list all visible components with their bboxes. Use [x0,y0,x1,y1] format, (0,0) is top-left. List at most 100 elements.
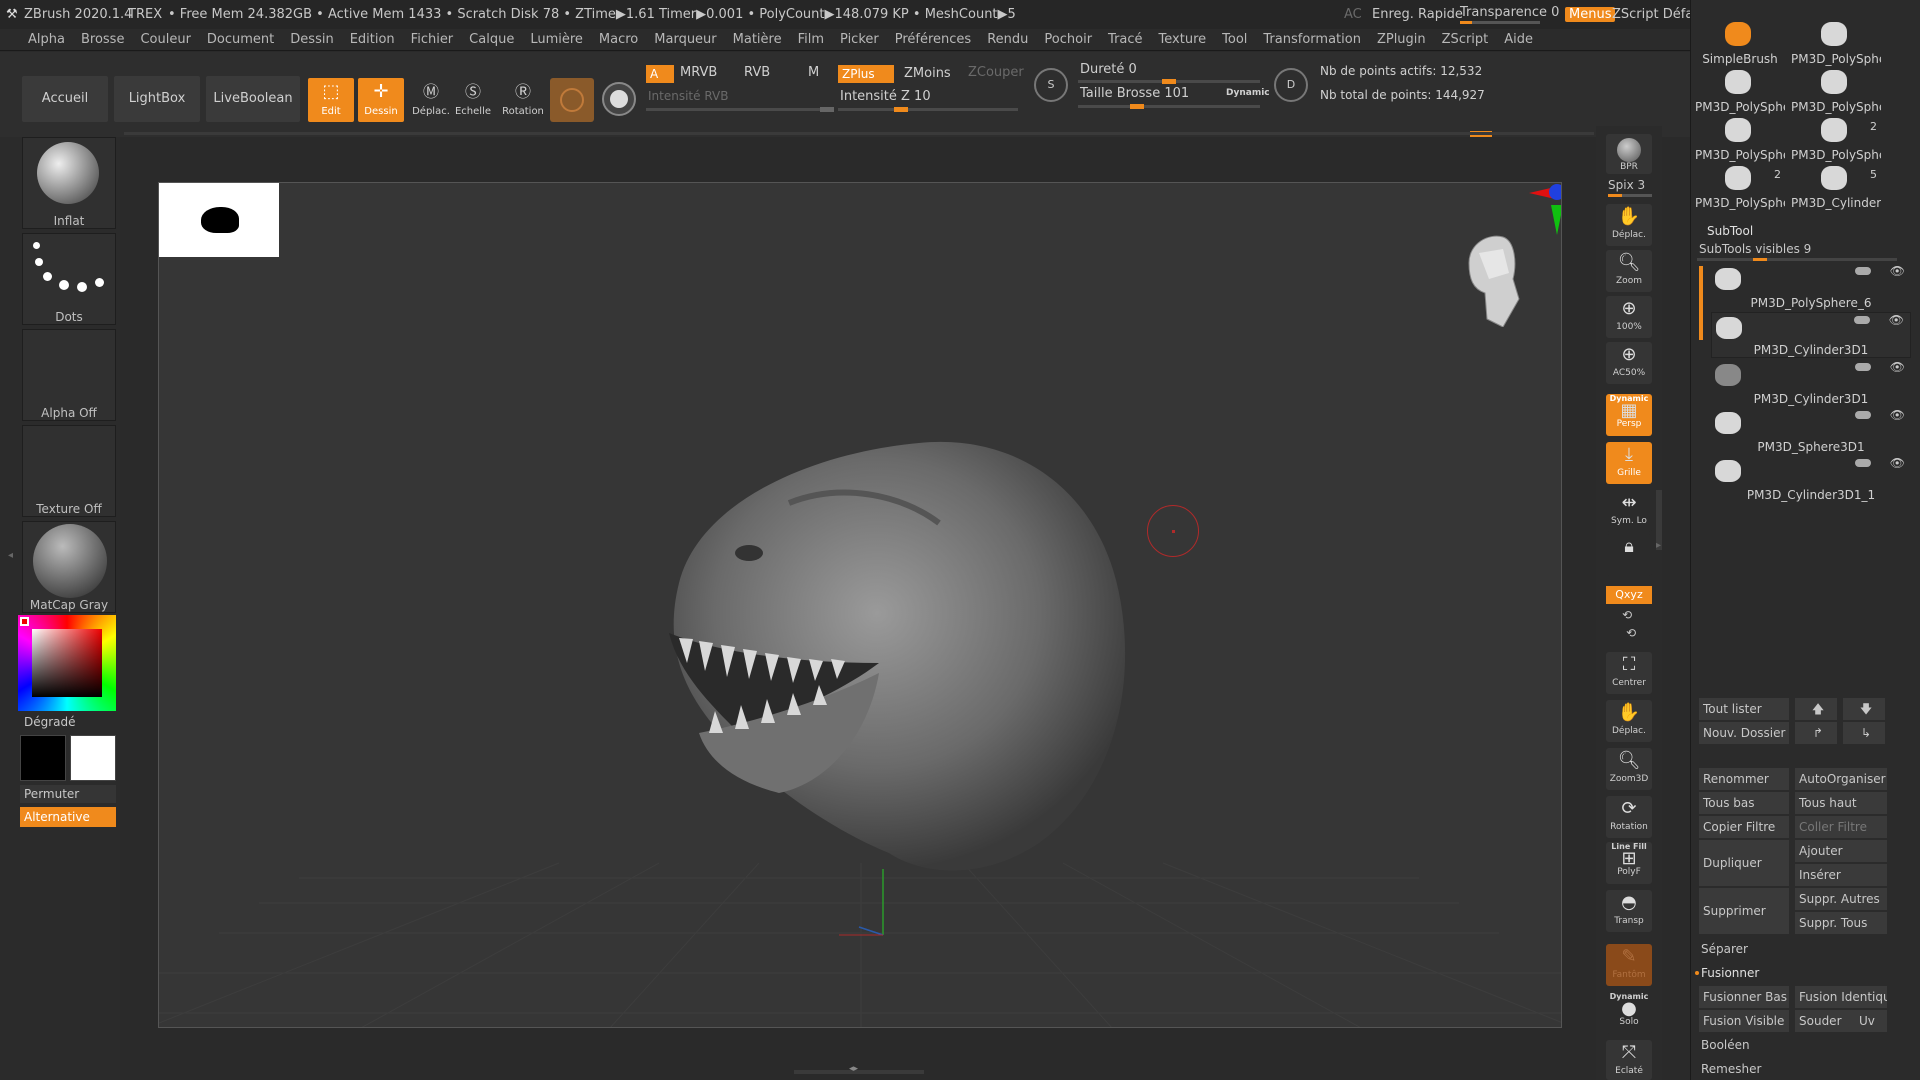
subtools-visible-knob[interactable] [1753,258,1767,261]
subtool-row[interactable]: 👁︎ PM3D_Cylinder3D1 [1711,360,1911,406]
visibility-eye-icon[interactable]: 👁︎ [1890,264,1905,278]
menu-picker[interactable]: Picker [832,29,887,50]
delete-button[interactable]: Supprimer [1699,888,1789,934]
lightbox-button[interactable]: LightBox [114,76,200,122]
material-selector[interactable]: MatCap Gray [22,521,116,613]
menu-preferences[interactable]: Préférences [887,29,979,50]
move-down-icon[interactable]: 🡇 [1843,698,1885,720]
rgb-intensity-track[interactable] [646,107,834,112]
bottom-tray-arrow-icon[interactable]: ◂▸ [849,1064,858,1074]
zsub-toggle[interactable]: ZMoins [904,66,951,81]
menu-rendu[interactable]: Rendu [979,29,1036,50]
liveboolean-button[interactable]: LiveBoolean [206,76,300,122]
insert-button[interactable]: Insérer [1795,864,1887,886]
lazy-mouse-icon[interactable]: S [1034,68,1068,102]
polyf-button[interactable]: Line Fill ⊞ PolyF [1606,842,1652,884]
menu-edition[interactable]: Edition [342,29,403,50]
polygroup-toggle-icon[interactable] [1854,316,1870,324]
menus-toggle[interactable]: Menus [1565,7,1616,22]
main-color-swatch[interactable] [70,735,116,781]
ghost-button[interactable]: ✎ Fantôm [1606,944,1652,986]
tool-thumbnail[interactable]: PM3D_PolySpher 2 [1695,164,1785,210]
rotate-button[interactable]: Ⓡ Rotation [500,78,546,122]
color-marker[interactable] [20,617,29,626]
menu-film[interactable]: Film [790,29,832,50]
uv-toggle[interactable]: Uv [1855,1010,1887,1032]
axis-gizmo[interactable] [1527,183,1562,243]
tool-thumbnail[interactable]: PM3D_PolySpher [1791,20,1881,66]
polygroup-toggle-icon[interactable] [1855,411,1871,419]
move-view-button[interactable]: ✋ Déplac. [1606,700,1652,742]
menu-couleur[interactable]: Couleur [132,29,198,50]
quicksave-button[interactable]: Enreg. Rapide [1372,0,1463,29]
menu-macro[interactable]: Macro [591,29,646,50]
delete-other-button[interactable]: Suppr. Autres [1795,888,1887,910]
floor-button[interactable]: ⤓ Grille [1606,442,1652,484]
menu-transformation[interactable]: Transformation [1255,29,1369,50]
scroll-button[interactable]: ✋ Déplac. [1606,204,1652,246]
merge-similar-button[interactable]: Fusion Identique [1795,986,1887,1008]
alternate-toggle[interactable]: Alternative [20,807,116,827]
m-toggle[interactable]: M [808,65,819,80]
menu-fichier[interactable]: Fichier [403,29,462,50]
menu-marqueur[interactable]: Marqueur [646,29,724,50]
material-preview-button[interactable] [550,78,594,122]
move-up-icon[interactable]: 🡅 [1795,698,1837,720]
document-canvas[interactable] [158,182,1562,1028]
rotate-z-icon[interactable]: ⟲ [1626,626,1636,640]
zadd-toggle[interactable]: ZPlus [838,65,894,83]
tool-thumbnail[interactable]: PM3D_PolySpher 2 [1791,116,1881,162]
solo-button[interactable]: Dynamic ● Solo [1606,992,1652,1034]
spix-track[interactable] [1608,194,1652,197]
polygroup-toggle-icon[interactable] [1855,459,1871,467]
scale-button[interactable]: Ⓢ Echelle [450,78,496,122]
boolean-section[interactable]: Booléen [1701,1038,1750,1052]
menu-lumiere[interactable]: Lumière [522,29,591,50]
mrgb-toggle[interactable]: MRVB [680,65,717,80]
subtools-visible-slider[interactable]: SubTools visibles 9 [1699,242,1811,256]
backface-icon[interactable]: D [1274,68,1308,102]
move-button[interactable]: Ⓜ Déplac. [408,78,454,122]
rename-button[interactable]: Renommer [1699,768,1789,790]
lock-button[interactable]: 🔒︎ [1606,534,1652,576]
zoom3d-button[interactable]: 🔍︎ Zoom3D [1606,748,1652,790]
spix-slider[interactable]: Spix 3 [1608,178,1645,192]
zcut-toggle[interactable]: ZCouper [968,65,1024,80]
menu-zplugin[interactable]: ZPlugin [1369,29,1434,50]
menu-matiere[interactable]: Matière [725,29,790,50]
z-intensity-slider[interactable]: Intensité Z 10 [840,89,931,104]
rgb-intensity-slider[interactable]: Intensité RVB [648,89,728,103]
folder-out-icon[interactable]: ↱ [1795,722,1837,744]
autoreorder-button[interactable]: AutoOrganiser [1795,768,1887,790]
rgb-intensity-knob[interactable] [820,107,834,112]
persp-button[interactable]: Dynamic ▦ Persp [1606,394,1652,436]
all-low-button[interactable]: Tous bas [1699,792,1789,814]
new-folder-button[interactable]: Nouv. Dossier [1699,722,1789,744]
gradient-label[interactable]: Dégradé [24,715,76,729]
draw-size-slider[interactable]: Taille Brosse 101 [1080,86,1189,101]
tool-thumbnail[interactable]: PM3D_PolySpher [1695,116,1785,162]
spix-knob[interactable] [1608,194,1622,197]
visibility-eye-icon[interactable]: 👁︎ [1890,408,1905,422]
merge-visible-button[interactable]: Fusion Visible [1699,1010,1789,1032]
texture-selector[interactable]: Texture Off [22,425,116,517]
a-toggle[interactable]: A [646,65,674,83]
subtools-visible-track[interactable] [1697,258,1897,261]
left-tray-arrow-icon[interactable]: ◂ [8,550,13,561]
focal-shift-track[interactable] [1078,79,1260,84]
subtool-row[interactable]: 👁︎ PM3D_PolySphere_6 [1711,264,1911,310]
color-swatch-button[interactable] [602,82,636,116]
copy-button[interactable]: Copier Filtre [1699,816,1789,838]
menu-calque[interactable]: Calque [461,29,522,50]
paste-button[interactable]: Coller Filtre [1795,816,1887,838]
xyz-toggle[interactable]: Qxyz [1606,586,1652,604]
focal-shift-slider[interactable]: Dureté 0 [1080,62,1137,77]
merge-section[interactable]: Fusionner [1701,966,1759,980]
z-intensity-knob[interactable] [894,107,908,112]
switch-color-button[interactable]: Permuter [20,785,116,803]
draw-size-track[interactable] [1078,104,1260,109]
polygroup-toggle-icon[interactable] [1855,267,1871,275]
weld-toggle[interactable]: Souder [1795,1010,1855,1032]
z-intensity-track[interactable] [838,107,1018,112]
rotate-y-icon[interactable]: ⟲ [1622,608,1632,622]
